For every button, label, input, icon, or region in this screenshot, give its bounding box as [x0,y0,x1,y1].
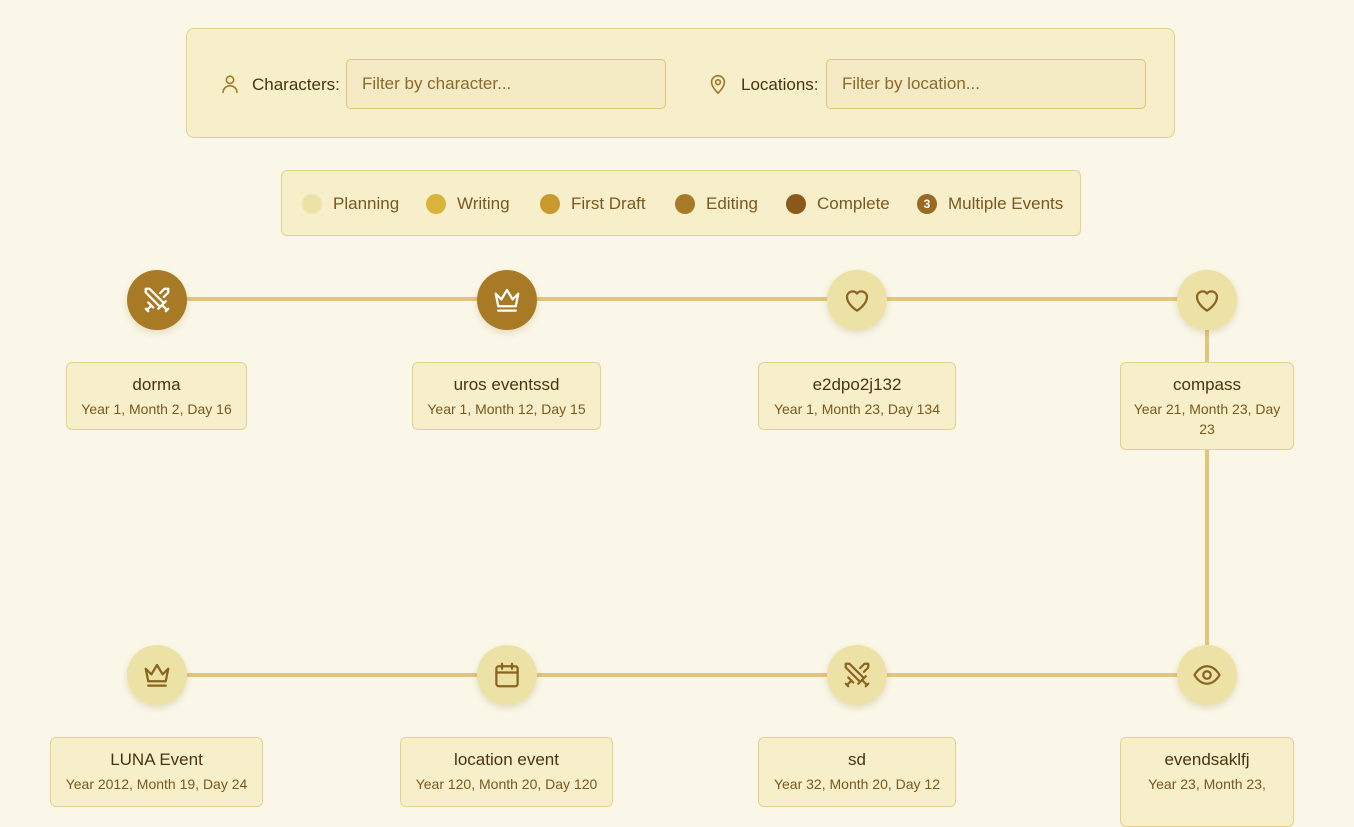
locations-label: Locations: [741,75,819,94]
heart-icon [845,290,869,312]
event-card[interactable]: e2dpo2j132 Year 1, Month 23, Day 134 [758,362,956,430]
event-node-heart-icon[interactable] [827,270,887,330]
event-card[interactable]: evendsaklfj Year 23, Month 23, [1120,737,1294,827]
legend-label: Planning [333,194,400,213]
legend-label: Writing [457,194,510,213]
event-node-swords-icon[interactable] [127,270,187,330]
event-date: Year 23, Month 23, [1148,776,1266,792]
legend-dot [426,194,446,214]
legend-item-editing: Editing [675,193,758,215]
crown-icon [144,663,170,687]
legend-label: Multiple Events [948,194,1064,213]
event-title: compass [1172,375,1242,394]
legend-dot [540,194,560,214]
event-date: Year 32, Month 20, Day 12 [773,776,941,792]
event-date: Year 21, Month 23, Day 23 [1133,401,1281,437]
event-title: evendsaklfj [1164,750,1250,769]
event-date: Year 2012, Month 19, Day 24 [65,776,248,792]
swords-icon [844,662,870,688]
legend-item-writing: Writing [426,193,510,215]
event-card[interactable]: sd Year 32, Month 20, Day 12 [758,737,956,807]
event-card[interactable]: uros eventssd Year 1, Month 12, Day 15 [412,362,601,430]
timeline-connector [1205,299,1209,675]
event-title: location event [454,750,559,769]
heart-icon [1195,290,1219,312]
event-date: Year 1, Month 2, Day 16 [81,401,232,417]
event-node-heart-icon[interactable] [1177,270,1237,330]
crown-icon [494,288,520,312]
legend-dot [302,194,322,214]
legend-item-first-draft: First Draft [540,193,646,215]
event-card[interactable]: LUNA Event Year 2012, Month 19, Day 24 [50,737,263,807]
event-title: LUNA Event [110,750,203,769]
user-icon [219,73,241,95]
event-title: dorma [132,375,181,394]
legend-dot [786,194,806,214]
legend-label: Editing [706,194,758,213]
legend-item-multiple-events: 3 Multiple Events [917,193,1063,215]
legend-label: First Draft [571,194,646,213]
event-node-eye-icon[interactable] [1177,645,1237,705]
timeline-connector [157,673,1207,677]
calendar-icon [495,662,519,688]
legend-item-complete: Complete [786,193,890,215]
multiple-events-badge: 3 [917,194,937,214]
event-title: uros eventssd [453,375,560,394]
event-node-calendar-icon[interactable] [477,645,537,705]
event-node-swords-icon[interactable] [827,645,887,705]
legend-label: Complete [817,194,890,213]
legend-dot [675,194,695,214]
filter-bar: Characters: Locations: [186,28,1175,138]
event-node-crown-icon[interactable] [127,645,187,705]
character-filter-input[interactable] [346,59,666,109]
event-card[interactable]: compass Year 21, Month 23, Day 23 [1120,362,1294,450]
event-date: Year 1, Month 23, Day 134 [773,401,941,417]
event-date: Year 120, Month 20, Day 120 [415,776,598,792]
map-pin-icon [707,73,729,95]
event-card[interactable]: dorma Year 1, Month 2, Day 16 [66,362,247,430]
swords-icon [144,287,170,313]
status-legend: Planning Writing First Draft Editing Com… [281,170,1081,236]
event-title: e2dpo2j132 [812,375,902,394]
eye-icon [1193,665,1221,685]
legend-item-planning: Planning [302,193,399,215]
event-node-crown-icon[interactable] [477,270,537,330]
event-title: sd [848,750,866,769]
event-date: Year 1, Month 12, Day 15 [427,401,586,417]
timeline-connector [157,297,1207,301]
characters-label: Characters: [252,75,340,94]
event-card[interactable]: location event Year 120, Month 20, Day 1… [400,737,613,807]
location-filter-input[interactable] [826,59,1146,109]
